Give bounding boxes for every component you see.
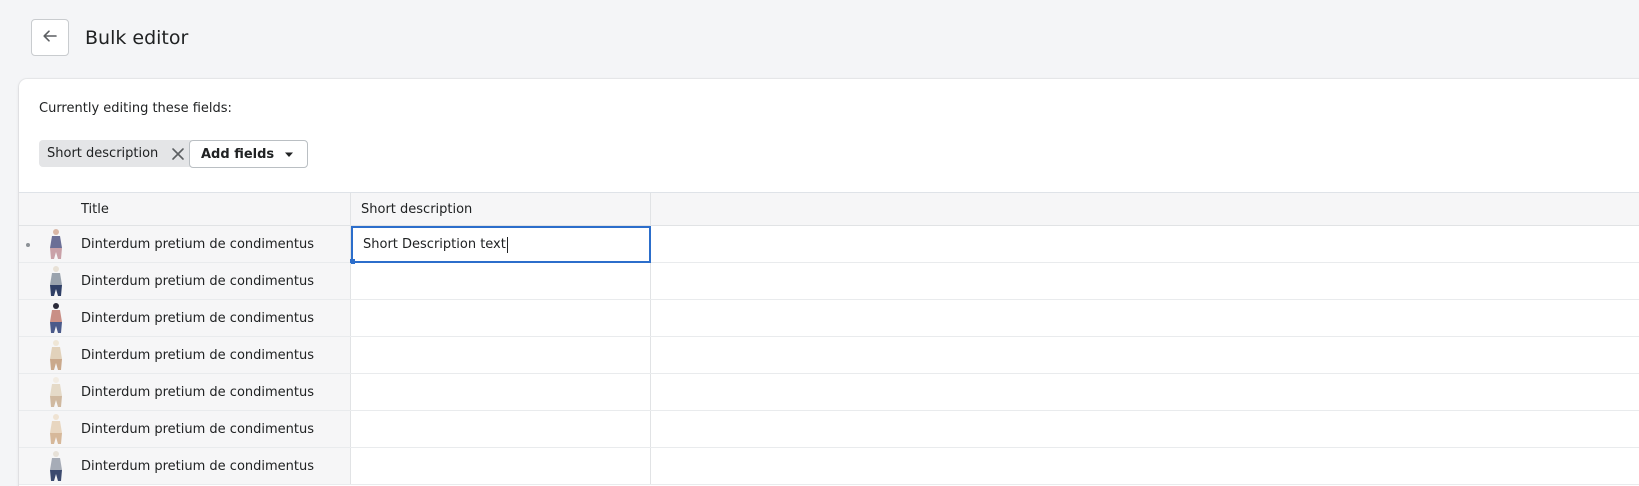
product-thumbnail: [45, 339, 67, 372]
title-cell[interactable]: Dinterdum pretium de condimentus: [19, 337, 351, 373]
row-filler: [651, 374, 1639, 410]
product-title: Dinterdum pretium de condimentus: [81, 384, 315, 400]
product-title: Dinterdum pretium de condimentus: [81, 347, 315, 363]
arrow-left-icon: [42, 28, 58, 48]
title-cell[interactable]: Dinterdum pretium de condimentus: [19, 263, 351, 299]
product-thumbnail: [45, 265, 67, 298]
bulk-edit-grid: Title Short description Dinterdum pretiu…: [19, 192, 1639, 485]
short-description-cell[interactable]: [351, 374, 651, 410]
row-filler: [651, 300, 1639, 336]
product-title: Dinterdum pretium de condimentus: [81, 421, 315, 437]
table-row: Dinterdum pretium de condimentus: [19, 411, 1639, 448]
grid-header-row: Title Short description: [19, 193, 1639, 226]
short-description-cell[interactable]: Short Description text: [350, 226, 651, 264]
product-thumbnail: [45, 228, 67, 261]
table-row: Dinterdum pretium de condimentus: [19, 374, 1639, 411]
grid-body: Dinterdum pretium de condimentus Short D…: [19, 226, 1639, 485]
row-filler: [651, 226, 1639, 262]
product-thumbnail: [45, 376, 67, 409]
column-header-title[interactable]: Title: [19, 193, 351, 225]
title-cell[interactable]: Dinterdum pretium de condimentus: [19, 448, 351, 484]
product-thumbnail: [45, 302, 67, 335]
add-fields-label: Add fields: [201, 146, 275, 162]
table-row: Dinterdum pretium de condimentus: [19, 300, 1639, 337]
title-cell[interactable]: Dinterdum pretium de condimentus: [19, 411, 351, 447]
product-title: Dinterdum pretium de condimentus: [81, 310, 315, 326]
product-title: Dinterdum pretium de condimentus: [81, 273, 315, 289]
table-row: Dinterdum pretium de condimentus Short D…: [19, 226, 1639, 264]
product-title: Dinterdum pretium de condimentus: [81, 458, 315, 474]
editor-card: Currently editing these fields: Short de…: [19, 79, 1639, 486]
row-filler: [651, 411, 1639, 447]
product-thumbnail: [45, 413, 67, 446]
add-fields-button[interactable]: Add fields: [189, 140, 309, 168]
close-icon[interactable]: [170, 146, 186, 162]
table-row: Dinterdum pretium de condimentus: [19, 337, 1639, 374]
title-cell[interactable]: Dinterdum pretium de condimentus: [19, 300, 351, 336]
field-tag-short-description: Short description: [39, 140, 195, 167]
column-header-short-description-label: Short description: [361, 201, 473, 217]
editing-fields-label: Currently editing these fields:: [39, 101, 232, 116]
short-description-cell[interactable]: [351, 411, 651, 447]
product-thumbnail: [45, 450, 67, 483]
title-cell[interactable]: Dinterdum pretium de condimentus: [19, 226, 351, 262]
page-title: Bulk editor: [85, 27, 189, 49]
row-filler: [651, 448, 1639, 484]
short-description-cell[interactable]: [351, 448, 651, 484]
row-filler: [651, 337, 1639, 373]
product-title: Dinterdum pretium de condimentus: [81, 236, 315, 252]
bulk-editor-page: Bulk editor Currently editing these fiel…: [0, 0, 1639, 486]
title-cell[interactable]: Dinterdum pretium de condimentus: [19, 374, 351, 410]
table-row: Dinterdum pretium de condimentus: [19, 263, 1639, 300]
back-button[interactable]: [31, 19, 69, 56]
short-description-cell[interactable]: [351, 263, 651, 299]
row-indicator: [26, 243, 30, 247]
column-header-short-description[interactable]: Short description: [351, 193, 651, 225]
short-description-value: Short Description text: [363, 237, 506, 252]
short-description-cell[interactable]: [351, 337, 651, 373]
field-tag-label: Short description: [47, 146, 159, 161]
row-filler: [651, 263, 1639, 299]
grid-header-filler: [651, 193, 1639, 225]
column-header-title-label: Title: [81, 201, 109, 217]
text-cursor: [506, 236, 508, 253]
caret-down-icon: [284, 147, 294, 162]
table-row: Dinterdum pretium de condimentus: [19, 448, 1639, 485]
short-description-cell[interactable]: [351, 300, 651, 336]
short-description-input[interactable]: Short Description text: [350, 226, 651, 264]
